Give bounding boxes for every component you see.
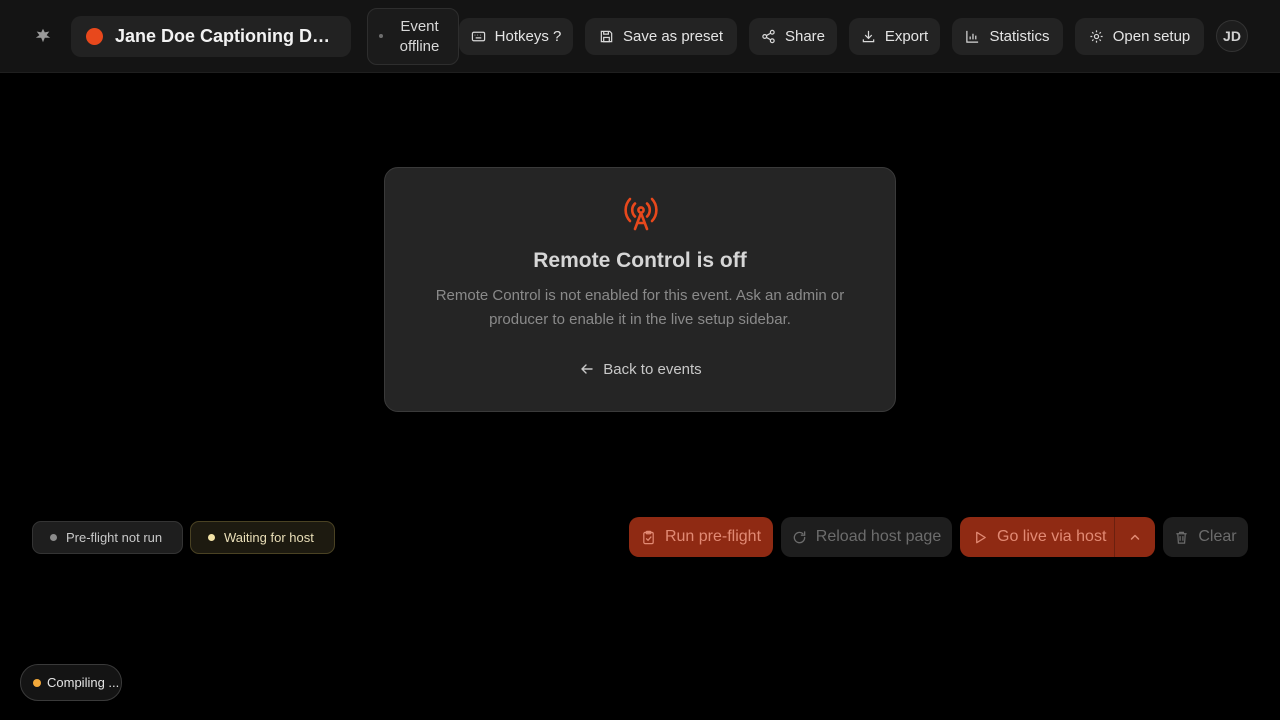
save-icon xyxy=(600,30,613,43)
export-label: Export xyxy=(884,28,929,45)
reload-host-page-label: Reload host page xyxy=(815,528,942,545)
preflight-status-dot xyxy=(50,534,57,541)
notice-description: Remote Control is not enabled for this e… xyxy=(435,287,845,328)
play-icon xyxy=(976,531,986,543)
host-status-label: Waiting for host xyxy=(224,530,314,545)
hotkeys-label: Hotkeys ? xyxy=(494,28,562,45)
export-button[interactable]: Export xyxy=(849,18,940,55)
refresh-icon xyxy=(793,530,806,543)
preflight-status-label: Pre-flight not run xyxy=(66,530,163,545)
host-status-dot xyxy=(208,534,215,541)
event-status-text: Event offline xyxy=(399,17,440,55)
chevron-up-icon[interactable] xyxy=(1128,530,1142,544)
save-as-preset-label: Save as preset xyxy=(622,28,724,45)
share-label: Share xyxy=(784,28,826,45)
gear-icon xyxy=(1090,30,1103,43)
clipboard-check-icon xyxy=(643,530,654,544)
go-live-via-host-label: Go live via host xyxy=(997,528,1107,545)
event-title: Jane Doe Captioning Dem... xyxy=(115,26,340,46)
compiling-label: Compiling ... xyxy=(47,675,120,690)
share-icon xyxy=(762,29,775,44)
user-avatar[interactable]: JD xyxy=(1216,20,1248,52)
trash-icon xyxy=(1176,531,1188,544)
share-button[interactable]: Share xyxy=(749,18,837,55)
broadcast-tower-icon xyxy=(624,197,658,231)
save-as-preset-button[interactable]: Save as preset xyxy=(585,18,737,55)
run-preflight-label: Run pre-flight xyxy=(664,528,762,545)
clear-label: Clear xyxy=(1198,528,1237,545)
download-icon xyxy=(862,30,875,43)
reload-host-page-button[interactable]: Reload host page xyxy=(781,517,952,557)
event-title-pill[interactable]: Jane Doe Captioning Dem... xyxy=(71,16,351,57)
preflight-status-chip: Pre-flight not run xyxy=(32,521,183,554)
statistics-button[interactable]: Statistics xyxy=(952,18,1063,55)
compiling-dot xyxy=(33,678,41,687)
compiling-indicator: Compiling ... xyxy=(20,664,122,701)
live-indicator-dot xyxy=(86,28,103,45)
back-to-events-link[interactable]: Back to events xyxy=(575,358,707,380)
open-setup-button[interactable]: Open setup xyxy=(1075,18,1204,55)
app-logo-icon[interactable] xyxy=(33,26,53,46)
go-live-via-host-button[interactable]: Go live via host xyxy=(960,517,1155,557)
back-to-events-label: Back to events xyxy=(603,360,702,378)
statistics-label: Statistics xyxy=(989,28,1050,45)
clear-button[interactable]: Clear xyxy=(1163,517,1248,557)
remote-control-off-card: Remote Control is off Remote Control is … xyxy=(384,167,896,412)
open-setup-label: Open setup xyxy=(1112,28,1191,45)
arrow-left-icon xyxy=(581,364,593,374)
run-preflight-button[interactable]: Run pre-flight xyxy=(629,517,773,557)
keyboard-icon xyxy=(471,31,485,42)
top-bar: Jane Doe Captioning Dem... Event offline… xyxy=(0,0,1280,73)
event-status-badge: Event offline xyxy=(367,8,459,65)
notice-title: Remote Control is off xyxy=(533,249,747,272)
host-status-chip: Waiting for host xyxy=(190,521,335,554)
split-button-divider xyxy=(1114,517,1115,557)
hotkeys-button[interactable]: Hotkeys ? xyxy=(459,18,573,55)
bar-chart-icon xyxy=(966,30,979,43)
status-dot xyxy=(378,33,383,38)
